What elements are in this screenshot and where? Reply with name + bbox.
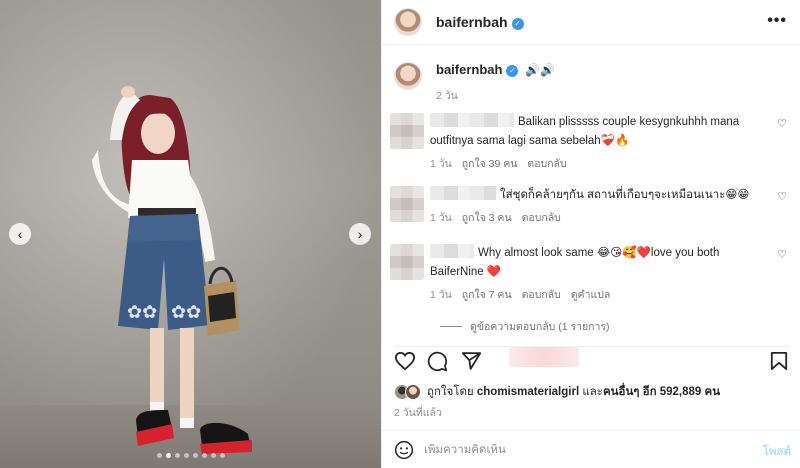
commenter-username-redacted[interactable] (430, 244, 474, 258)
previous-photo-button[interactable]: ‹ (9, 223, 31, 245)
comment-text: Balikan plisssss couple kesygnkuhhh mana (518, 116, 740, 128)
like-comment-heart-icon[interactable]: ♡ (777, 190, 787, 203)
carousel-dot (210, 453, 216, 458)
comments-panel: baifernbah ✓ ••• baifernbah ✓ 🔊🔊 2 วัน Bal… (381, 0, 800, 468)
instagram-post-view: ✿✿ ✿✿ ‹ › baifernbah ✓ ••• baifernbah ✓ … (0, 0, 800, 468)
comment-actions: 1 วัน ถูกใจ 7 คน ตอบกลับ ดูคำแปล (430, 286, 770, 305)
comment-text: ใส่ชุดก็คล้ายๆกัน สถานที่เกือบๆจะเหมือนเ… (500, 189, 750, 201)
caption-text: 🔊🔊 (525, 63, 555, 77)
post-actions-bar (394, 346, 790, 374)
comment-actions: 1 วัน ถูกใจ 3 คน ตอบกลับ (430, 209, 770, 228)
comment-time: 1 วัน (430, 289, 452, 301)
translate-button[interactable]: ดูคำแปล (571, 289, 611, 301)
commenter-avatar[interactable] (390, 113, 424, 149)
commenter-username-redacted[interactable] (430, 113, 514, 127)
comment-likes[interactable]: ถูกใจ 7 คน (462, 289, 512, 301)
caption-time: 2 วัน (436, 90, 458, 102)
carousel-dot (156, 453, 162, 458)
comment-likes[interactable]: ถูกใจ 3 คน (462, 212, 512, 224)
header-username[interactable]: baifernbah ✓ (436, 14, 524, 30)
svg-text:✿✿: ✿✿ (171, 302, 201, 323)
comment-time: 1 วัน (430, 158, 452, 170)
comment-time: 1 วัน (430, 212, 452, 224)
commenter-avatar[interactable] (390, 186, 424, 222)
caption-username[interactable]: baifernbah (436, 62, 502, 77)
carousel-dot (183, 453, 189, 458)
commenter-username-redacted[interactable] (430, 186, 496, 200)
commenter-avatar[interactable] (390, 244, 424, 280)
carousel-dot (192, 453, 198, 458)
next-photo-button[interactable]: › (349, 223, 371, 245)
avatar[interactable] (394, 8, 422, 36)
like-comment-heart-icon[interactable]: ♡ (777, 117, 787, 130)
likes-summary: ถูกใจโดย chomismaterialgirl และคนอื่นๆ อ… (394, 383, 720, 401)
reply-button[interactable]: ตอบกลับ (522, 212, 561, 224)
post-photo[interactable]: ✿✿ ✿✿ ‹ › (0, 0, 381, 468)
like-comment-heart-icon[interactable]: ♡ (777, 248, 787, 261)
post-caption: baifernbah ✓ 🔊🔊 2 วัน (394, 62, 555, 104)
chevron-right-icon: › (357, 226, 363, 242)
likes-conjunction: และ (582, 386, 603, 398)
carousel-dot (201, 453, 207, 458)
post-comment-button[interactable]: โพสต์ (763, 443, 791, 461)
view-replies-label: ดูข้อความตอบกลับ (1 รายการ) (470, 321, 610, 333)
likes-text: ถูกใจโดย chomismaterialgirl และคนอื่นๆ อ… (427, 383, 720, 401)
liked-by-username[interactable]: chomismaterialgirl (477, 386, 579, 398)
username-text: baifernbah (436, 14, 508, 30)
comment-likes[interactable]: ถูกใจ 39 คน (462, 158, 518, 170)
carousel-dot (165, 453, 171, 458)
comment-text: Why almost look same 😂😘🥰❤️love you both (478, 247, 720, 259)
comment-text: BaiferNine ❤️ (430, 266, 502, 278)
bookmark-icon[interactable] (770, 351, 788, 371)
chevron-left-icon: ‹ (17, 226, 23, 242)
post-header: baifernbah ✓ ••• (382, 0, 800, 45)
redacted-overlay (509, 347, 579, 367)
more-options-icon[interactable]: ••• (767, 12, 787, 30)
carousel-dot (174, 453, 180, 458)
verified-badge-icon: ✓ (511, 18, 524, 30)
emoji-icon[interactable] (394, 440, 414, 460)
carousel-dots (0, 453, 381, 458)
share-send-icon[interactable] (461, 351, 482, 371)
divider (440, 326, 462, 327)
avatar (405, 384, 421, 400)
verified-badge-icon: ✓ (506, 65, 519, 77)
avatar[interactable] (394, 62, 422, 90)
reply-button[interactable]: ตอบกลับ (527, 158, 566, 170)
person-illustration: ✿✿ ✿✿ (92, 86, 252, 454)
comment-actions: 1 วัน ถูกใจ 39 คน ตอบกลับ (430, 155, 770, 174)
likes-prefix: ถูกใจโดย (427, 386, 474, 398)
likes-others-count[interactable]: คนอื่นๆ อีก 592,889 คน (603, 386, 720, 398)
comment-icon[interactable] (427, 351, 448, 372)
carousel-dot (219, 453, 225, 458)
comment-text: outfitnya sama lagi sama sebelah❤️‍🩹🔥 (430, 135, 630, 147)
heart-icon[interactable] (394, 351, 416, 371)
comment-input[interactable] (424, 443, 724, 456)
post-timestamp: 2 วันที่แล้ว (394, 407, 442, 419)
reply-button[interactable]: ตอบกลับ (522, 289, 561, 301)
svg-text:✿✿: ✿✿ (127, 302, 157, 323)
view-replies-button[interactable]: ดูข้อความตอบกลับ (1 รายการ) (440, 318, 610, 335)
add-comment-bar: โพสต์ (382, 430, 800, 468)
